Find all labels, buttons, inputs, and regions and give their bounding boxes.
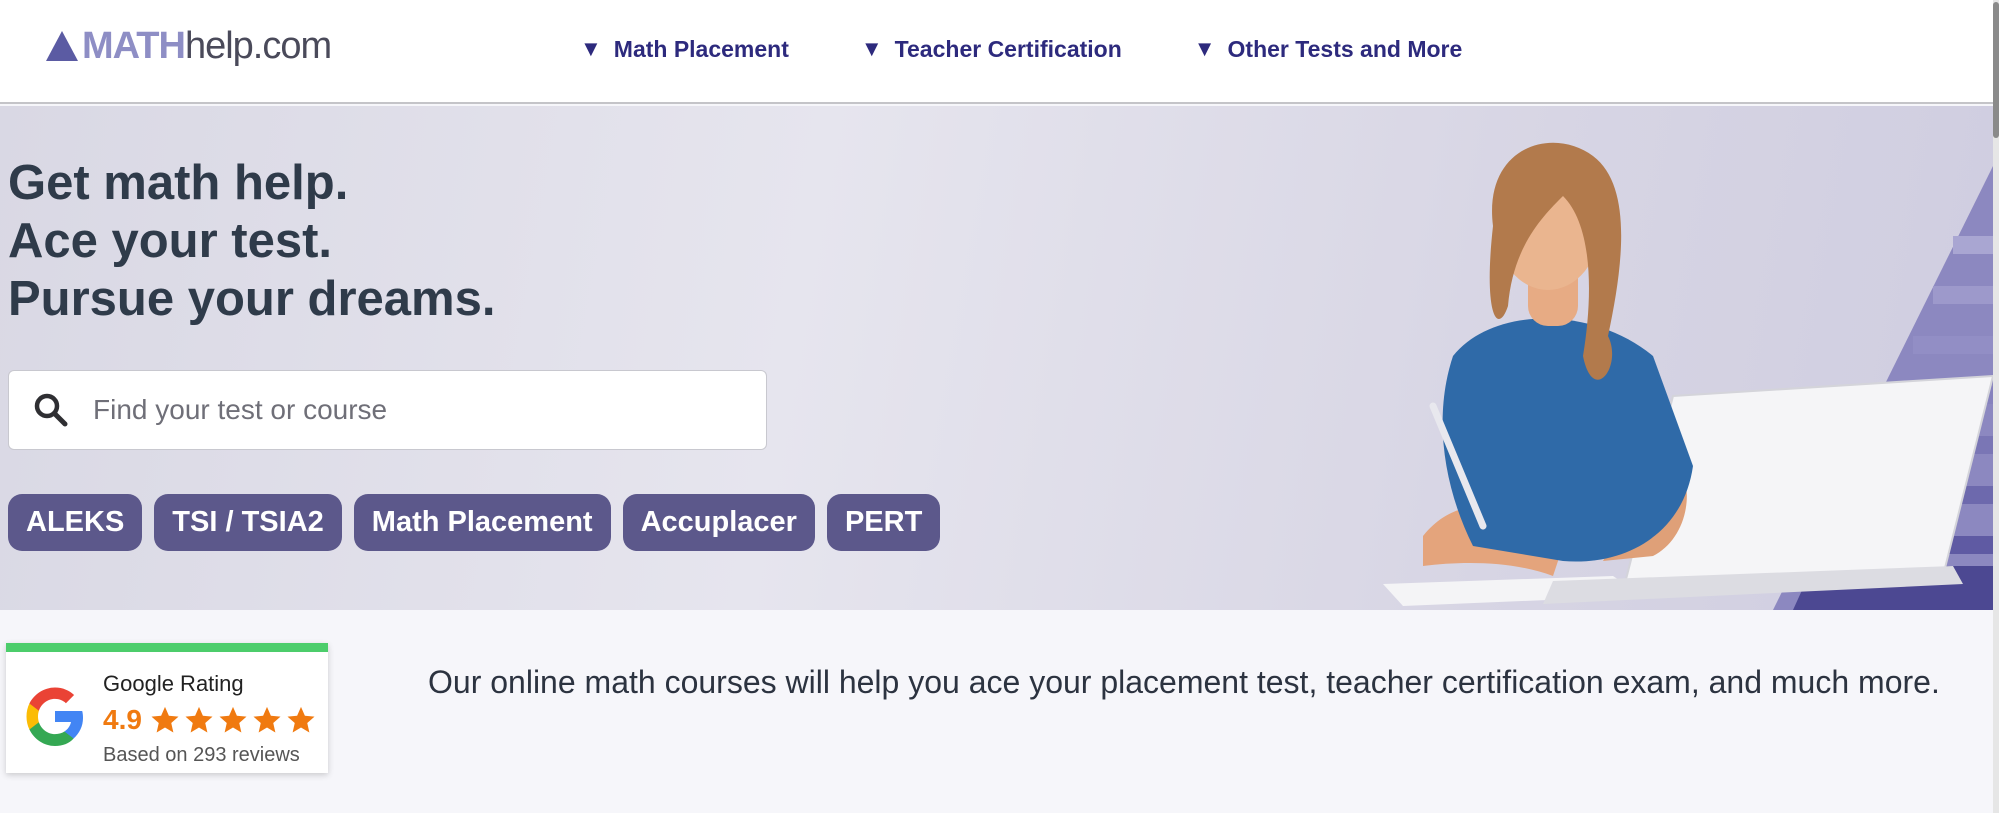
star-icon [219, 706, 247, 733]
site-logo[interactable]: MATH help.com [46, 22, 332, 70]
rating-score: 4.9 [103, 704, 142, 735]
star-icon [287, 706, 315, 733]
nav-label: Other Tests and More [1227, 35, 1463, 62]
hero-student-illustration [1383, 142, 1993, 610]
rating-title: Google Rating [103, 671, 244, 696]
main-nav: ▼ Math Placement ▼ Teacher Certification… [580, 30, 1462, 68]
star-icon [185, 706, 213, 733]
pill-aleks[interactable]: ALEKS [8, 494, 143, 551]
nav-label: Math Placement [613, 35, 789, 62]
google-rating-card[interactable]: Google Rating 4.9 Based on 293 reviews [6, 643, 328, 773]
site-header: MATH help.com ▼ Math Placement ▼ Teacher… [0, 0, 1999, 104]
nav-math-placement[interactable]: ▼ Math Placement [580, 30, 789, 68]
logo-triangle-icon [46, 31, 78, 61]
headline-line: Get math help. [8, 156, 349, 210]
intro-text: Our online math courses will help you ac… [428, 664, 1940, 700]
caret-down-icon: ▼ [580, 36, 602, 61]
search-box[interactable] [8, 370, 767, 450]
search-icon [34, 393, 68, 427]
logo-main-text: MATH [82, 24, 186, 67]
test-pills: ALEKS TSI / TSIA2 Math Placement Accupla… [8, 494, 941, 551]
nav-other-tests[interactable]: ▼ Other Tests and More [1194, 30, 1463, 68]
caret-down-icon: ▼ [1193, 36, 1216, 61]
scrollbar-thumb[interactable] [1993, 2, 1999, 138]
pill-accuplacer[interactable]: Accuplacer [622, 494, 815, 551]
pill-pert[interactable]: PERT [826, 494, 941, 551]
hero-section: Get math help. Ace your test. Pursue you… [0, 106, 1993, 610]
star-icon [253, 706, 281, 733]
rating-reviews-count: Based on 293 reviews [103, 744, 300, 766]
google-icon [26, 687, 83, 746]
search-input[interactable] [93, 394, 733, 426]
page-scrollbar[interactable] [1993, 0, 1999, 813]
star-icon [151, 706, 179, 733]
caret-down-icon: ▼ [860, 36, 883, 61]
headline-line: Ace your test. [8, 214, 333, 268]
hero-headline: Get math help. Ace your test. Pursue you… [8, 154, 495, 328]
headline-line: Pursue your dreams. [8, 272, 496, 326]
nav-label: Teacher Certification [894, 35, 1122, 62]
pill-math-placement[interactable]: Math Placement [353, 494, 611, 551]
nav-teacher-certification[interactable]: ▼ Teacher Certification [861, 30, 1122, 68]
rating-row: 4.9 [103, 704, 320, 736]
logo-sub-text: help.com [184, 24, 332, 67]
pill-tsi[interactable]: TSI / TSIA2 [154, 494, 342, 551]
